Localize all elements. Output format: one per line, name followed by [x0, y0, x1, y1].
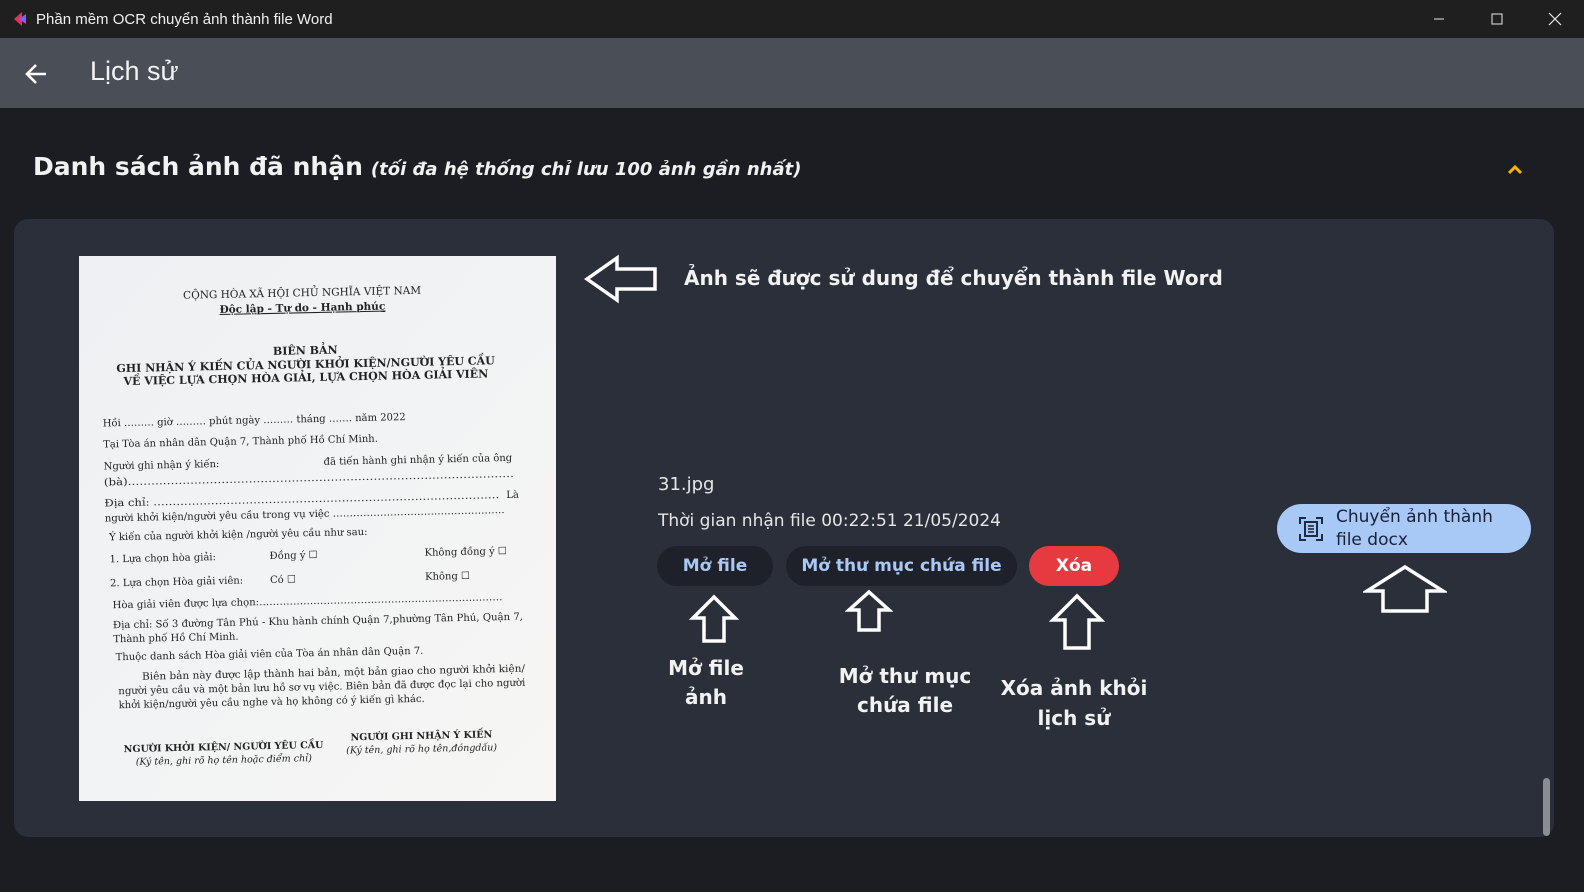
convert-to-docx-button[interactable]: Chuyển ảnh thành file docx [1277, 504, 1531, 553]
convert-label-line1: Chuyển ảnh thành [1336, 506, 1493, 527]
minimize-icon [1434, 18, 1444, 20]
doc-title-1: BIÊN BẢN [273, 342, 338, 358]
doc-line: Có ☐ [270, 574, 296, 586]
page-title: Lịch sử [90, 56, 179, 86]
arrow-left-icon [25, 64, 46, 84]
app-bar: Lịch sử [0, 38, 1584, 108]
section-note: (tối đa hệ thống chỉ lưu 100 ảnh gần nhấ… [370, 159, 802, 180]
open-folder-button[interactable]: Mở thư mục chứa file [786, 546, 1017, 586]
section-title: Danh sách ảnh đã nhận [33, 152, 363, 181]
open-file-annotation: Mở file ảnh [668, 656, 744, 709]
doc-line: Là [506, 490, 519, 501]
doc-line: Không đồng ý ☐ [424, 546, 507, 559]
received-time: Thời gian nhận file 00:22:51 21/05/2024 [658, 511, 1001, 531]
section-header: Danh sách ảnh đã nhận (tối đa hệ thống c… [33, 152, 801, 192]
up-arrow-annotation-icon [1363, 564, 1447, 613]
app-logo-icon [14, 12, 26, 26]
up-arrow-annotation-icon [845, 589, 893, 632]
chevron-up-icon[interactable] [1504, 160, 1526, 178]
up-arrow-annotation-icon [1049, 593, 1105, 650]
delete-button[interactable]: Xóa [1029, 546, 1119, 586]
maximize-icon [1491, 13, 1503, 25]
doc-line: Đồng ý ☐ [269, 550, 317, 562]
window-titlebar: Phần mềm OCR chuyển ảnh thành file Word [0, 0, 1584, 38]
up-arrow-annotation-icon [689, 594, 739, 643]
left-arrow-annotation-icon [584, 254, 657, 304]
scrollbar-thumb[interactable] [1543, 778, 1550, 836]
close-icon [1548, 12, 1562, 26]
convert-label-line2: file docx [1336, 529, 1408, 550]
image-usage-annotation: Ảnh sẽ được sử dung để chuyển thành file… [684, 266, 1223, 290]
doc-line: 1. Lựa chọn hòa giải: [110, 552, 217, 565]
minimize-button[interactable] [1410, 0, 1468, 38]
delete-annotation: Xóa ảnh khỏi lịch sử [1000, 676, 1148, 730]
window-title: Phần mềm OCR chuyển ảnh thành file Word [36, 10, 333, 28]
doc-line: Không ☐ [425, 571, 470, 583]
close-button[interactable] [1526, 0, 1584, 38]
received-image-thumbnail[interactable]: CỘNG HÒA XÃ HỘI CHỦ NGHĨA VIỆT NAM Độc l… [79, 256, 556, 801]
open-folder-annotation: Mở thư mục chứa file [838, 664, 972, 717]
file-name: 31.jpg [658, 474, 715, 495]
document-scan-icon [1299, 516, 1323, 541]
open-file-button[interactable]: Mở file [657, 546, 773, 586]
maximize-button[interactable] [1468, 0, 1526, 38]
back-button[interactable] [22, 60, 50, 88]
